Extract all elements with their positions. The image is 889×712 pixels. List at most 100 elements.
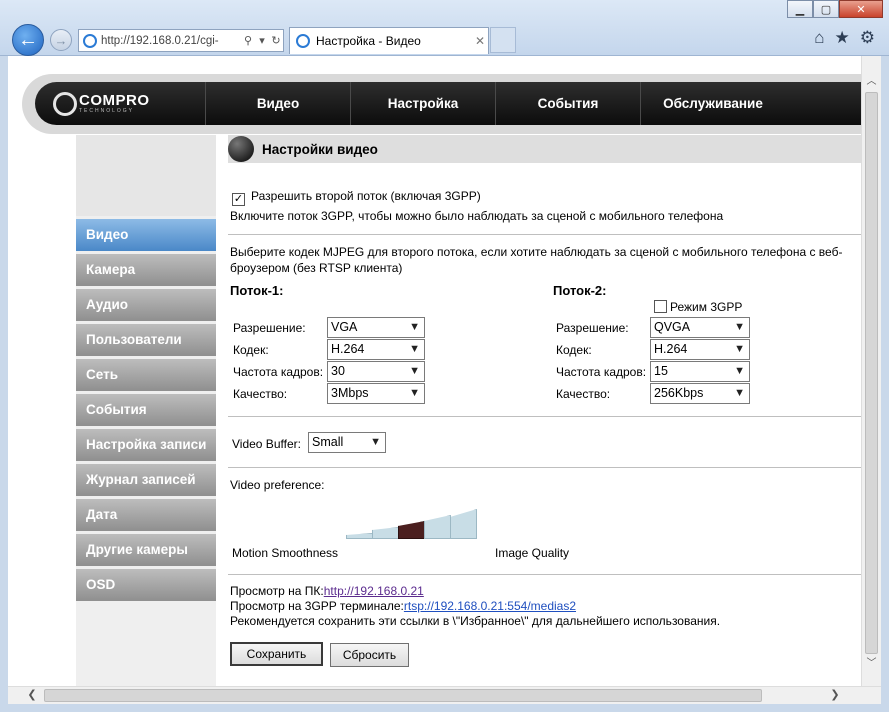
home-icon[interactable]: ⌂ — [814, 28, 824, 48]
menu-events[interactable]: События — [495, 82, 640, 125]
vertical-scrollbar[interactable]: ︿ ﹀ — [861, 56, 881, 686]
browser-chrome: ▁ ▢ ✕ ← → http://192.168.0.21/cgi- ⚲ ▾ ↻… — [0, 0, 889, 56]
chevron-down-icon: ▼ — [734, 365, 745, 377]
tab-title: Настройка - Видео — [316, 34, 421, 48]
preference-level-2[interactable] — [372, 527, 399, 539]
scroll-up-icon[interactable]: ︿ — [862, 72, 881, 90]
save-button[interactable]: Сохранить — [230, 642, 323, 666]
sidebar: Видео Камера Аудио Пользователи Сеть Соб… — [76, 135, 216, 686]
view-3gpp-link[interactable]: rtsp://192.168.0.21:554/medias2 — [404, 599, 576, 613]
chevron-down-icon: ▼ — [370, 436, 381, 448]
video-buffer-value: Small — [312, 435, 344, 449]
main-menu: COMPRO TECHNOLOGY Видео Настройка Событи… — [35, 82, 861, 125]
sidebar-item-date[interactable]: Дата — [76, 499, 216, 531]
video-buffer-select[interactable]: Small ▼ — [308, 432, 386, 453]
window-controls: ▁ ▢ ✕ — [787, 0, 883, 18]
video-buffer-label: Video Buffer: — [232, 437, 301, 451]
sidebar-item-video[interactable]: Видео — [76, 219, 216, 251]
horizontal-scroll-thumb[interactable] — [44, 689, 762, 702]
new-tab-button[interactable] — [490, 27, 516, 53]
section-header: Настройки видео — [228, 135, 861, 163]
forward-icon[interactable]: → — [50, 29, 72, 51]
stream1-codec-select[interactable]: H.264 ▼ — [327, 339, 425, 360]
sidebar-item-events[interactable]: События — [76, 394, 216, 426]
sidebar-item-network[interactable]: Сеть — [76, 359, 216, 391]
stream2-codec-select[interactable]: H.264 ▼ — [650, 339, 750, 360]
video-settings-panel: Настройки видео ✓ Разрешить второй поток … — [228, 135, 861, 667]
stream2-title: Поток-2: — [553, 283, 607, 298]
mode-3gpp-checkbox[interactable] — [654, 300, 667, 313]
logo-ring-icon — [53, 91, 77, 116]
mode-3gpp-label: Режим 3GPP — [670, 300, 743, 314]
stream2-framerate-select[interactable]: 15 ▼ — [650, 361, 750, 382]
ie-icon — [83, 33, 97, 48]
scroll-right-icon[interactable]: ❯ — [827, 688, 843, 704]
stream1-framerate-label: Частота кадров: — [233, 365, 324, 379]
reset-button[interactable]: Сбросить — [330, 643, 409, 667]
stream1-resolution-select[interactable]: VGA ▼ — [327, 317, 425, 338]
stream2-resolution-value: QVGA — [654, 320, 691, 334]
menu-maintenance[interactable]: Обслуживание — [640, 82, 785, 125]
browser-tab[interactable]: Настройка - Видео ✕ — [289, 27, 489, 54]
tab-close-icon[interactable]: ✕ — [472, 34, 488, 48]
save-links-hint: Рекомендуется сохранить эти ссылки в \"И… — [230, 614, 721, 628]
stream1-quality-select[interactable]: 3Mbps ▼ — [327, 383, 425, 404]
page-viewport: COMPRO TECHNOLOGY Видео Настройка Событи… — [8, 56, 861, 686]
sidebar-item-record-log[interactable]: Журнал записей — [76, 464, 216, 496]
sidebar-item-osd[interactable]: OSD — [76, 569, 216, 601]
search-icon[interactable]: ⚲ — [241, 34, 255, 47]
section-ball-icon — [228, 136, 254, 162]
divider — [228, 416, 861, 417]
preference-level-5[interactable] — [450, 509, 477, 539]
dropdown-icon[interactable]: ▾ — [255, 34, 269, 47]
second-stream-checkbox[interactable]: ✓ — [232, 193, 245, 206]
stream2-resolution-select[interactable]: QVGA ▼ — [650, 317, 750, 338]
gear-icon[interactable]: ⚙ — [860, 28, 875, 48]
divider — [228, 234, 861, 235]
stream1-resolution-value: VGA — [331, 320, 358, 334]
preference-level-4[interactable] — [424, 515, 451, 539]
sidebar-item-other-cameras[interactable]: Другие камеры — [76, 534, 216, 566]
mjpeg-hint-line2: броузером (без RTSP клиента) — [230, 261, 403, 275]
toolbar-icons: ⌂ ★ ⚙ — [814, 28, 875, 48]
horizontal-scrollbar[interactable]: ❮ ❯ — [8, 686, 881, 704]
maximize-icon[interactable]: ▢ — [813, 0, 839, 18]
sidebar-item-audio[interactable]: Аудио — [76, 289, 216, 321]
refresh-icon[interactable]: ↻ — [269, 34, 283, 47]
chevron-down-icon: ▼ — [734, 321, 745, 333]
stream2-quality-value: 256Kbps — [654, 386, 704, 400]
chevron-down-icon: ▼ — [409, 365, 420, 377]
sidebar-item-record-settings[interactable]: Настройка записи — [76, 429, 216, 461]
view-pc-row: Просмотр на ПК:http://192.168.0.21 — [230, 584, 424, 598]
address-bar[interactable]: http://192.168.0.21/cgi- ⚲ ▾ ↻ — [78, 29, 284, 52]
stream1-framerate-value: 30 — [331, 364, 345, 378]
stream2-codec-label: Кодек: — [556, 343, 592, 357]
chevron-down-icon: ▼ — [734, 387, 745, 399]
stream1-quality-label: Качество: — [233, 387, 288, 401]
sidebar-item-users[interactable]: Пользователи — [76, 324, 216, 356]
vertical-scroll-thumb[interactable] — [865, 92, 878, 654]
scroll-down-icon[interactable]: ﹀ — [862, 654, 881, 672]
close-icon[interactable]: ✕ — [839, 0, 883, 18]
stream1-title: Поток-1: — [230, 283, 284, 298]
stream2-framerate-value: 15 — [654, 364, 668, 378]
minimize-icon[interactable]: ▁ — [787, 0, 813, 18]
stream1-quality-value: 3Mbps — [331, 386, 369, 400]
stream1-framerate-select[interactable]: 30 ▼ — [327, 361, 425, 382]
ie-icon — [296, 34, 310, 48]
view-3gpp-row: Просмотр на 3GPP терминале:rtsp://192.16… — [230, 599, 576, 613]
favorites-icon[interactable]: ★ — [835, 28, 850, 48]
stream2-quality-label: Качество: — [556, 387, 611, 401]
view-pc-link[interactable]: http://192.168.0.21 — [324, 584, 424, 598]
menu-settings[interactable]: Настройка — [350, 82, 495, 125]
view-3gpp-label: Просмотр на 3GPP терминале: — [230, 599, 404, 613]
preference-level-3[interactable] — [398, 521, 425, 539]
video-preference-label: Video preference: — [230, 478, 325, 492]
menu-video[interactable]: Видео — [205, 82, 350, 125]
stream2-quality-select[interactable]: 256Kbps ▼ — [650, 383, 750, 404]
preference-level-1[interactable] — [346, 533, 373, 539]
back-icon[interactable]: ← — [12, 24, 44, 56]
logo-brand: COMPRO — [79, 92, 150, 109]
sidebar-item-camera[interactable]: Камера — [76, 254, 216, 286]
scroll-left-icon[interactable]: ❮ — [24, 688, 40, 704]
